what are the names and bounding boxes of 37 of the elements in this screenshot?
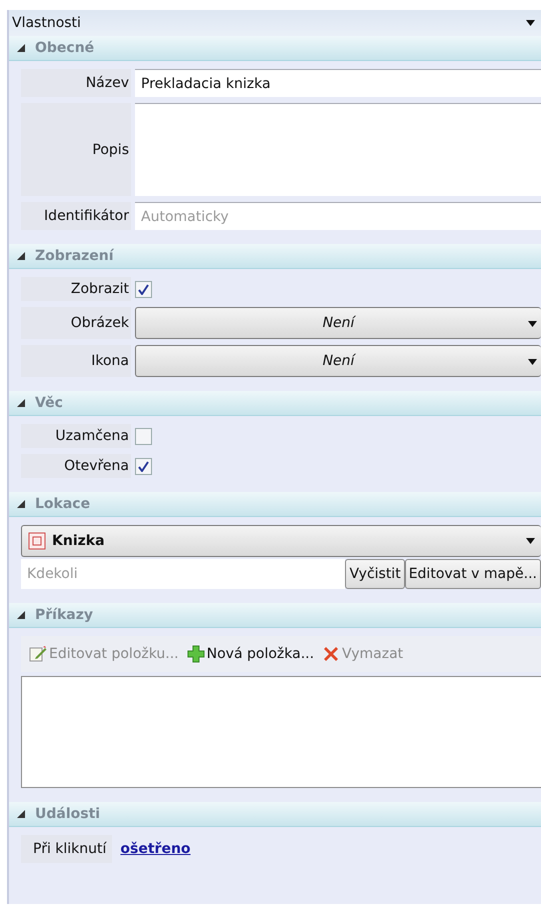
event-label: Při kliknutí: [21, 835, 112, 863]
action-button[interactable]: Editovat v mapě...: [404, 559, 541, 589]
event-link[interactable]: ošetřeno: [120, 841, 191, 857]
property-label: Otevřena: [21, 454, 131, 478]
text-field[interactable]: Prekladacia knizka: [135, 69, 541, 97]
toolbar-button[interactable]: Nová položka...: [186, 645, 314, 663]
dropdown[interactable]: Není: [135, 307, 541, 339]
property-label: Uzamčena: [21, 424, 131, 448]
location-field[interactable]: Kdekoli: [21, 559, 346, 589]
property-label: Identifikátor: [21, 202, 131, 230]
checkbox[interactable]: [135, 428, 152, 444]
location-dropdown[interactable]: Knizka: [21, 525, 541, 557]
property-label: Obrázek: [21, 307, 131, 339]
text-field[interactable]: Automaticky: [135, 202, 541, 230]
caret-icon: [528, 358, 537, 364]
dropdown[interactable]: Není: [135, 345, 541, 377]
property-label: Název: [21, 69, 131, 97]
property-label: Zobrazit: [21, 277, 131, 301]
cross-icon: [322, 645, 340, 663]
checkbox[interactable]: [135, 280, 152, 298]
plus-icon: [186, 645, 205, 663]
collapse-icon[interactable]: [17, 611, 25, 619]
collapse-icon[interactable]: [17, 252, 25, 260]
collapse-icon[interactable]: [17, 44, 25, 52]
property-label: Ikona: [21, 345, 131, 377]
caret-icon: [526, 538, 535, 544]
collapse-icon[interactable]: [17, 500, 25, 508]
pencil-note-icon: [29, 645, 47, 663]
caret-icon: [528, 320, 537, 326]
property-label: Popis: [21, 103, 131, 196]
location-icon: [28, 532, 46, 550]
action-button[interactable]: Vyčistit: [345, 559, 405, 589]
collapse-icon[interactable]: [17, 810, 25, 818]
menu-caret-icon: [526, 20, 535, 26]
collapse-icon[interactable]: [17, 399, 25, 407]
panel-title: Vlastnosti: [12, 15, 81, 31]
checkbox[interactable]: [135, 458, 152, 474]
